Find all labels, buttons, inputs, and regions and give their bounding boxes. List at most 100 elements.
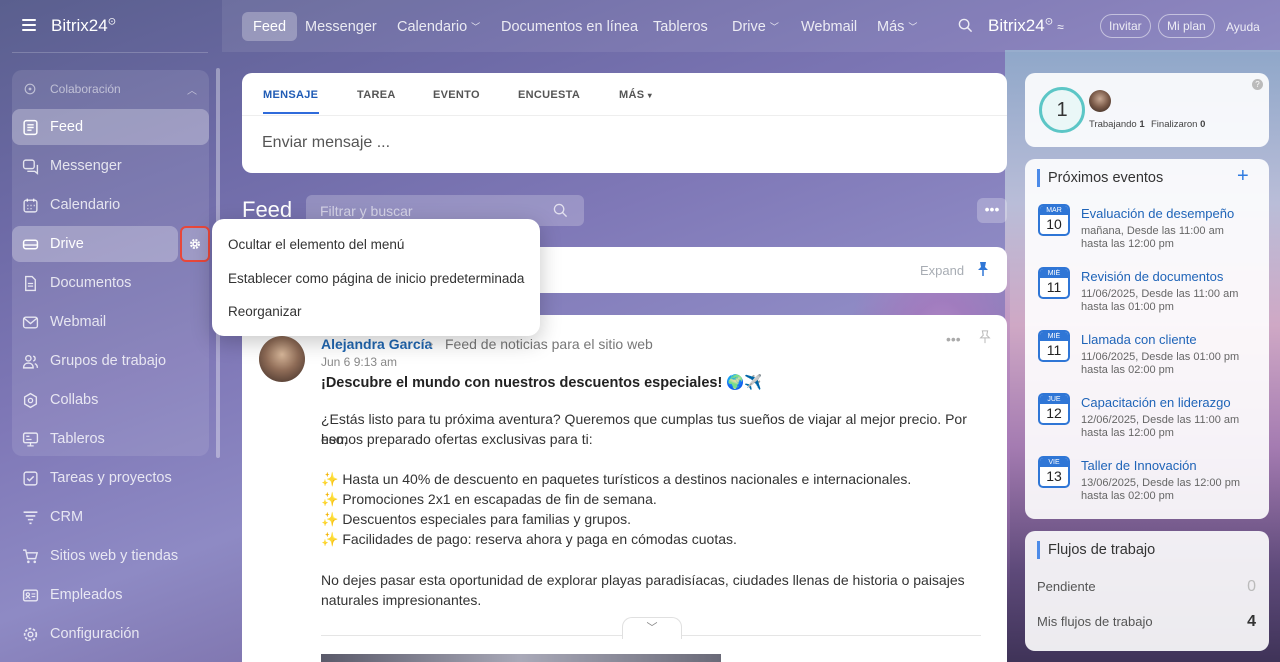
my-workflows-count: 4 xyxy=(1247,613,1256,630)
task-icon xyxy=(23,471,38,486)
post-expand-button[interactable]: ﹀ xyxy=(622,617,682,639)
top-nav-boards[interactable]: Tableros xyxy=(653,12,708,41)
tab-task[interactable]: TAREA xyxy=(357,89,396,101)
tab-message[interactable]: MENSAJE xyxy=(263,89,318,101)
top-nav-messenger[interactable]: Messenger xyxy=(305,12,377,41)
sidebar-item-feed[interactable]: Feed xyxy=(12,109,209,145)
pending-count: 0 xyxy=(1247,578,1256,595)
sidebar-item-documents[interactable]: Documentos xyxy=(12,265,209,301)
post-image[interactable] xyxy=(321,654,721,662)
sidebar-item-webmail[interactable]: Webmail xyxy=(12,304,209,340)
pending-label[interactable]: Pendiente xyxy=(1037,579,1096,594)
menu-item-set-homepage[interactable]: Establecer como página de inicio predete… xyxy=(228,271,524,286)
logo[interactable]: Bitrix24⊙ xyxy=(51,16,116,36)
collaboration-icon xyxy=(24,83,36,95)
tab-event[interactable]: EVENTO xyxy=(433,89,480,101)
sidebar-item-calendar[interactable]: Calendario xyxy=(12,187,209,223)
add-event-icon[interactable]: + xyxy=(1237,165,1249,188)
author-avatar[interactable] xyxy=(259,336,305,382)
event-time-end: hasta las 12:00 pm xyxy=(1081,238,1174,250)
post-bullet: ✨ Facilidades de pago: reserva ahora y p… xyxy=(321,531,737,547)
sidebar-divider xyxy=(12,52,208,53)
event-title[interactable]: Revisión de documentos xyxy=(1081,269,1223,284)
sidebar-item-label: Messenger xyxy=(50,158,122,174)
workflows-widget: Flujos de trabajo Pendiente 0 Mis flujos… xyxy=(1025,531,1269,651)
drive-icon xyxy=(22,239,39,250)
sidebar-item-label: Empleados xyxy=(50,587,123,603)
sidebar: Bitrix24⊙ Colaboración ︿ Feed Messenger … xyxy=(0,0,222,662)
post-paragraph: naturales impresionantes. xyxy=(321,592,482,608)
expand-link[interactable]: Expand xyxy=(920,263,964,278)
pin-icon[interactable] xyxy=(979,330,991,344)
post-more-icon[interactable]: ••• xyxy=(946,331,961,347)
my-workflows-label[interactable]: Mis flujos de trabajo xyxy=(1037,614,1153,629)
top-nav-more[interactable]: Más ﹀ xyxy=(877,12,917,41)
arrow-right-icon: › xyxy=(429,336,434,351)
sidebar-group-header[interactable]: Colaboración ︿ xyxy=(12,72,209,106)
menu-item-reorder[interactable]: Reorganizar xyxy=(228,304,302,319)
help-button[interactable]: Ayuda xyxy=(1226,12,1260,41)
working-count[interactable]: 1 xyxy=(1039,87,1085,133)
post-bullet: ✨ Hasta un 40% de descuento en paquetes … xyxy=(321,471,912,487)
feed-post: Alejandra García › Feed de noticias para… xyxy=(242,315,1007,662)
sidebar-item-messenger[interactable]: Messenger xyxy=(12,148,209,184)
event-time-end: hasta las 02:00 pm xyxy=(1081,364,1174,376)
tab-underline xyxy=(263,112,319,114)
sidebar-item-label: Calendario xyxy=(50,197,121,213)
sidebar-item-tasks[interactable]: Tareas y proyectos xyxy=(12,460,209,496)
tab-more[interactable]: MÁS ▾ xyxy=(619,89,652,101)
pin-icon[interactable] xyxy=(977,261,989,277)
sidebar-item-drive[interactable]: Drive xyxy=(12,226,178,262)
event-title[interactable]: Evaluación de desempeño xyxy=(1081,206,1234,221)
search-icon[interactable] xyxy=(553,203,568,218)
event-title[interactable]: Capacitación en liderazgo xyxy=(1081,395,1231,410)
menu-item-hide[interactable]: Ocultar el elemento del menú xyxy=(228,237,404,252)
sidebar-item-boards[interactable]: Tableros xyxy=(12,421,209,457)
sidebar-item-crm[interactable]: CRM xyxy=(12,499,209,535)
post-destination[interactable]: Feed de noticias para el sitio web xyxy=(445,336,653,352)
composer-divider xyxy=(242,115,1007,116)
search-icon[interactable] xyxy=(958,18,973,33)
calendar-date-icon: VIE 13 xyxy=(1038,456,1070,488)
event-title[interactable]: Taller de Innovación xyxy=(1081,458,1197,473)
chat-icon xyxy=(22,159,39,175)
sidebar-item-label: Feed xyxy=(50,119,84,135)
waves-icon: ≈ xyxy=(1057,20,1064,34)
invite-button[interactable]: Invitar xyxy=(1100,14,1151,38)
avatar[interactable] xyxy=(1089,90,1111,112)
post-bullet: ✨ Promociones 2x1 en escapadas de fin de… xyxy=(321,491,657,507)
top-logo[interactable]: Bitrix24⊙ ≈ xyxy=(988,16,1064,36)
sidebar-item-label: Configuración xyxy=(50,626,140,642)
mail-icon xyxy=(22,316,39,329)
event-time: 13/06/2025, Desde las 12:00 pm xyxy=(1081,477,1241,489)
menu-toggle-icon[interactable] xyxy=(22,19,36,31)
message-input[interactable]: Enviar mensaje ... xyxy=(262,134,390,152)
calendar-icon xyxy=(23,198,38,213)
sidebar-item-label: CRM xyxy=(50,509,84,525)
gear-icon xyxy=(189,238,201,250)
post-author[interactable]: Alejandra García xyxy=(321,336,432,352)
document-icon xyxy=(25,275,36,292)
tab-poll[interactable]: ENCUESTA xyxy=(518,89,580,101)
event-time-end: hasta las 02:00 pm xyxy=(1081,490,1174,502)
top-nav-drive[interactable]: Drive ﹀ xyxy=(732,12,779,41)
calendar-date-icon: JUE 12 xyxy=(1038,393,1070,425)
sidebar-item-workgroups[interactable]: Grupos de trabajo xyxy=(12,343,209,379)
sidebar-item-settings[interactable]: Configuración xyxy=(12,616,209,652)
time-manager-widget[interactable]: 1 Trabajando 1 Finalizaron 0 ? xyxy=(1025,73,1269,147)
sidebar-item-sites[interactable]: Sitios web y tiendas xyxy=(12,538,209,574)
drive-settings-button[interactable] xyxy=(180,226,210,262)
my-plan-button[interactable]: Mi plan xyxy=(1158,14,1215,38)
top-nav-calendar[interactable]: Calendario ﹀ xyxy=(397,12,480,41)
top-nav-feed[interactable]: Feed xyxy=(242,12,298,41)
calendar-date-icon: MAR 10 xyxy=(1038,204,1070,236)
post-date[interactable]: Jun 6 9:13 am xyxy=(321,355,397,369)
sidebar-item-collabs[interactable]: Collabs xyxy=(12,382,209,418)
help-icon[interactable]: ? xyxy=(1252,79,1263,90)
sidebar-item-employees[interactable]: Empleados xyxy=(12,577,209,613)
chevron-up-icon[interactable]: ︿ xyxy=(187,82,197,97)
feed-more-button[interactable]: ••• xyxy=(977,198,1007,223)
event-title[interactable]: Llamada con cliente xyxy=(1081,332,1197,347)
top-nav-webmail[interactable]: Webmail xyxy=(801,12,857,41)
top-nav-online-documents[interactable]: Documentos en línea xyxy=(501,12,638,41)
